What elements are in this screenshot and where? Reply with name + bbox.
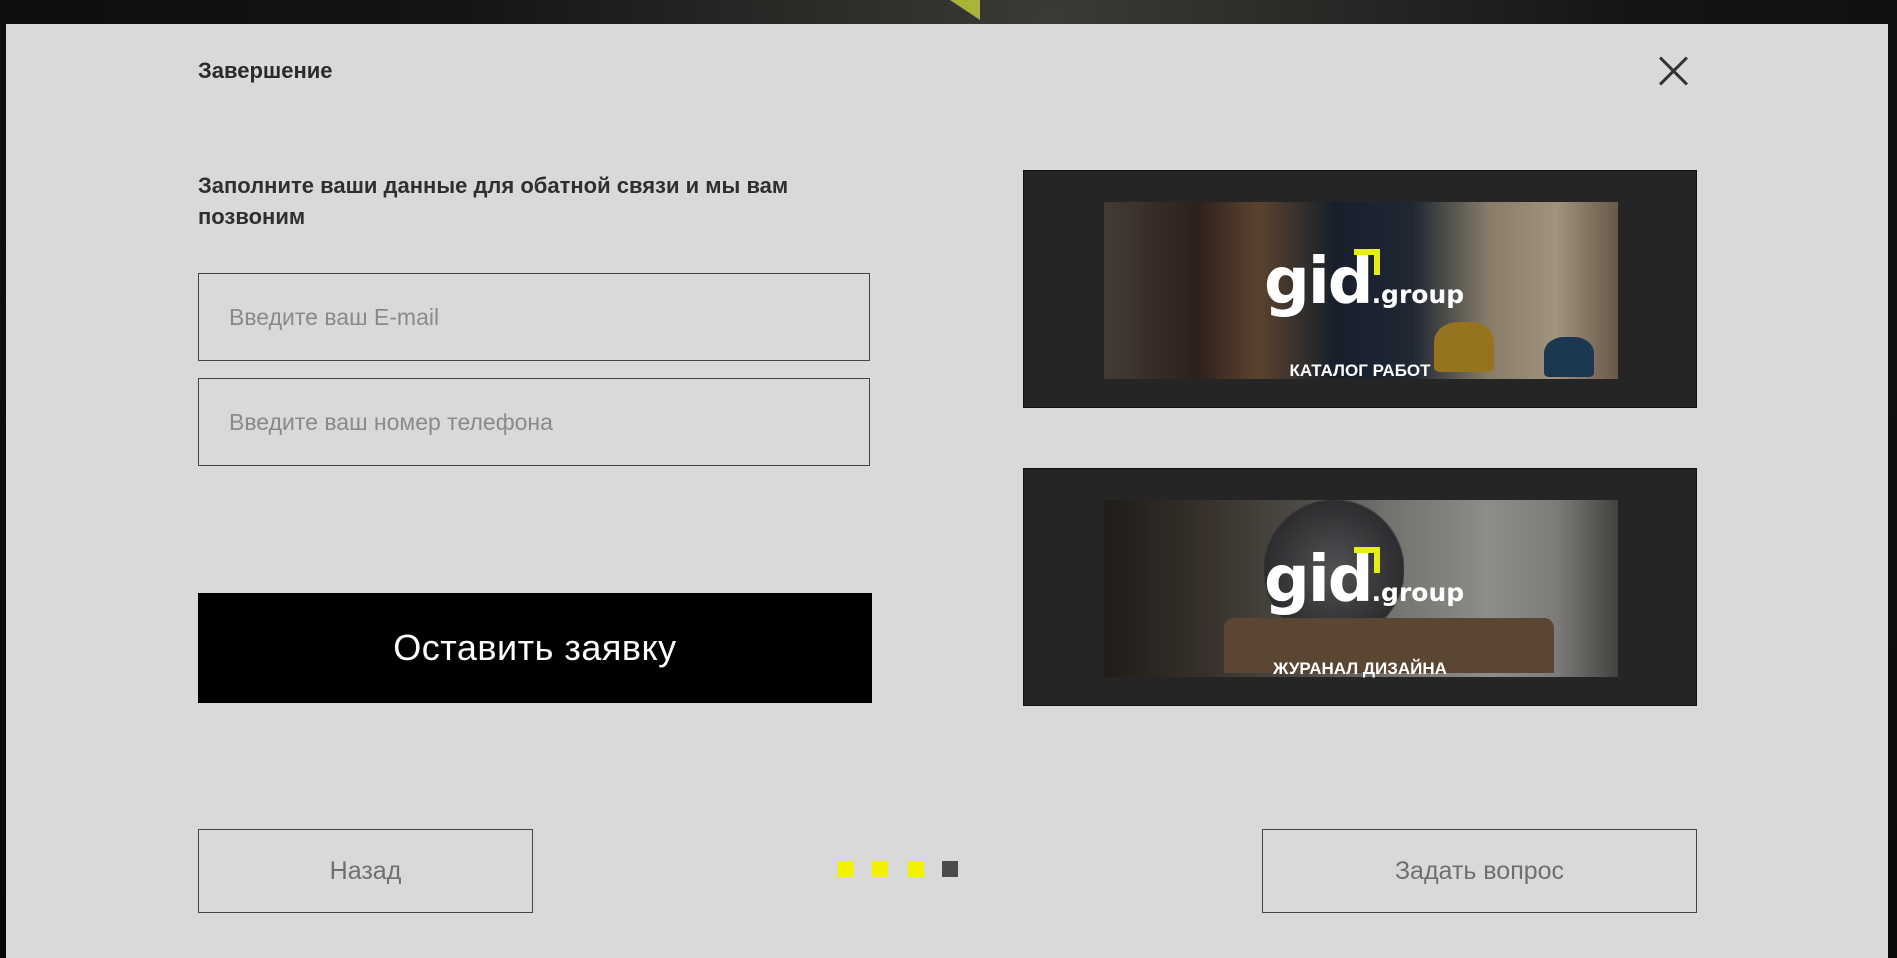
gid-group-logo: gid.group: [1264, 247, 1464, 317]
email-input[interactable]: [198, 273, 870, 361]
logo-arrow-icon: [1354, 249, 1380, 275]
back-button[interactable]: Назад: [198, 829, 533, 913]
phone-input[interactable]: [198, 378, 870, 466]
backdrop-accent: [950, 0, 980, 20]
ask-question-button[interactable]: Задать вопрос: [1262, 829, 1697, 913]
logo-sub-text: .group: [1371, 578, 1465, 607]
promo-catalog-card[interactable]: gid.group КАТАЛОГ РАБОТ: [1023, 170, 1697, 408]
step-dot: [837, 861, 853, 877]
modal-title: Завершение: [198, 58, 333, 83]
promo-journal-image: gid.group: [1104, 500, 1618, 677]
form-lead-text: Заполните ваши данные для обатной связи …: [198, 173, 789, 229]
gid-group-logo: gid.group: [1264, 545, 1464, 615]
logo-arrow-icon: [1354, 547, 1380, 573]
step-dot-current: [942, 861, 958, 877]
promo-journal-card[interactable]: gid.group ЖУРАНАЛ ДИЗАЙНА: [1023, 468, 1697, 706]
submit-request-button[interactable]: Оставить заявку: [198, 593, 872, 703]
completion-modal: Завершение Заполните ваши данные для оба…: [6, 24, 1888, 958]
close-icon[interactable]: [1654, 50, 1694, 90]
promo-catalog-caption: КАТАЛОГ РАБОТ: [1289, 361, 1431, 380]
logo-sub-text: .group: [1371, 280, 1465, 309]
step-dot: [907, 861, 923, 877]
step-indicator: [837, 861, 958, 877]
promo-journal-caption: ЖУРАНАЛ ДИЗАЙНА: [1273, 659, 1447, 678]
promo-catalog-image: gid.group: [1104, 202, 1618, 379]
step-dot: [872, 861, 888, 877]
